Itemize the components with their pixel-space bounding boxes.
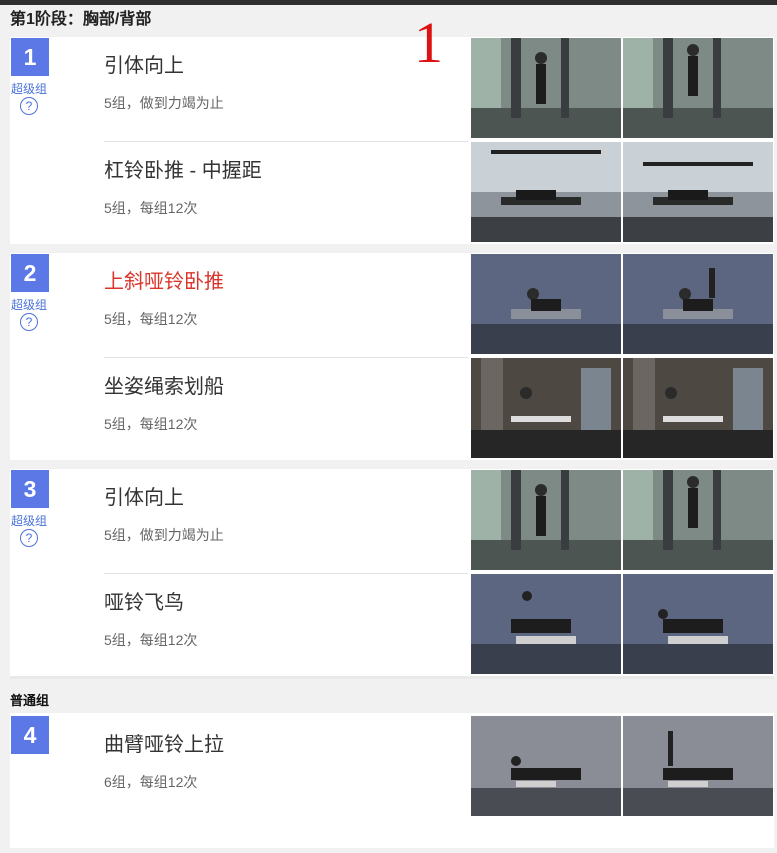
exercise-thumbnail[interactable] — [623, 470, 773, 570]
group-type-label[interactable]: 超级组 — [10, 80, 48, 97]
exercise-name[interactable]: 坐姿绳索划船 — [104, 370, 224, 399]
group-type-label[interactable]: 超级组 — [10, 296, 48, 313]
exercise-group-2: 2 超级组 ? 上斜哑铃卧推 5组，每组12次 坐姿绳索划船 5组，每组12次 — [10, 253, 774, 460]
exercise-sets: 5组，每组12次 — [104, 632, 198, 648]
exercise-sets: 5组，做到力竭为止 — [104, 95, 224, 111]
exercise-thumbnail[interactable] — [471, 254, 621, 354]
group-number-badge: 2 — [11, 254, 49, 292]
exercise-item[interactable]: 上斜哑铃卧推 5组，每组12次 — [104, 253, 468, 355]
exercise-name[interactable]: 引体向上 — [104, 481, 184, 510]
exercise-thumbnail[interactable] — [471, 38, 621, 138]
exercise-item[interactable]: 曲臂哑铃上拉 6组，每组12次 — [104, 716, 468, 818]
exercise-group-3: 3 超级组 ? 引体向上 5组，做到力竭为止 哑铃飞鸟 5组，每组12次 — [10, 469, 774, 676]
exercise-name[interactable]: 哑铃飞鸟 — [104, 586, 184, 615]
exercise-thumbnail[interactable] — [471, 470, 621, 570]
exercise-thumbnail[interactable] — [471, 716, 621, 816]
exercise-thumbnail[interactable] — [623, 574, 773, 674]
exercise-group-1: 1 超级组 ? 引体向上 5组，做到力竭为止 杠铃卧推 - 中握距 5组，每组1… — [10, 37, 774, 244]
exercise-thumbnail[interactable] — [623, 716, 773, 816]
stage-title: 第1阶段：胸部/背部 — [10, 11, 152, 28]
exercise-thumbnail[interactable] — [623, 142, 773, 242]
exercise-sets: 5组，每组12次 — [104, 200, 198, 216]
group-number-badge: 4 — [11, 716, 49, 754]
handwritten-annotation: 1 — [414, 10, 443, 75]
exercise-item[interactable]: 哑铃飞鸟 5组，每组12次 — [104, 573, 468, 676]
exercise-item[interactable]: 杠铃卧推 - 中握距 5组，每组12次 — [104, 141, 468, 244]
exercise-thumbnail[interactable] — [623, 38, 773, 138]
exercise-thumbnail[interactable] — [623, 254, 773, 354]
exercise-name[interactable]: 曲臂哑铃上拉 — [104, 728, 224, 757]
exercise-sets: 5组，每组12次 — [104, 416, 198, 432]
group-divider — [10, 676, 774, 679]
question-circle-icon[interactable]: ? — [20, 313, 38, 331]
exercise-name[interactable]: 上斜哑铃卧推 — [104, 265, 224, 294]
exercise-thumbnail[interactable] — [471, 358, 621, 458]
exercise-name[interactable]: 杠铃卧推 - 中握距 — [104, 154, 262, 183]
exercise-thumbnail[interactable] — [471, 142, 621, 242]
exercise-item[interactable]: 坐姿绳索划船 5组，每组12次 — [104, 357, 468, 460]
exercise-sets: 6组，每组12次 — [104, 774, 198, 790]
exercise-thumbnail[interactable] — [623, 358, 773, 458]
plain-group-title: 普通组 — [10, 693, 50, 708]
exercise-sets: 5组，每组12次 — [104, 311, 198, 327]
exercise-name[interactable]: 引体向上 — [104, 49, 184, 78]
group-type-label[interactable]: 超级组 — [10, 512, 48, 529]
question-circle-icon[interactable]: ? — [20, 97, 38, 115]
group-number-badge: 3 — [11, 470, 49, 508]
exercise-item[interactable]: 引体向上 5组，做到力竭为止 — [104, 469, 468, 571]
question-circle-icon[interactable]: ? — [20, 529, 38, 547]
group-number-badge: 1 — [11, 38, 49, 76]
exercise-thumbnail[interactable] — [471, 574, 621, 674]
exercise-group-4: 4 曲臂哑铃上拉 6组，每组12次 — [10, 713, 774, 848]
exercise-sets: 5组，做到力竭为止 — [104, 527, 224, 543]
